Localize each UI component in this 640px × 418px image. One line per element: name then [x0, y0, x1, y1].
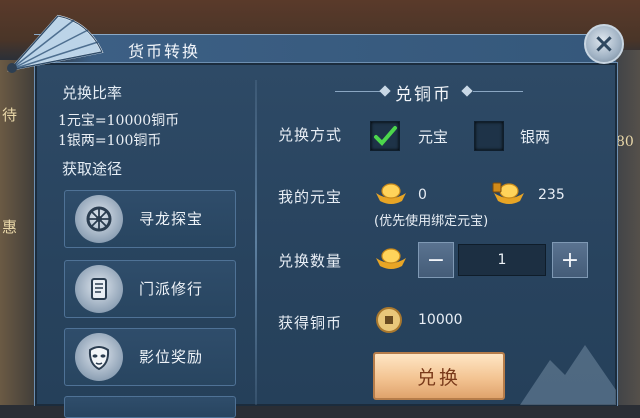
copper-coin-icon	[376, 307, 402, 333]
yuanbao-icon	[376, 183, 406, 204]
rate-header: 兑换比率	[62, 84, 123, 102]
my-yuanbao-value: 0	[418, 187, 427, 203]
background-text: 80	[616, 134, 634, 150]
exchange-button[interactable]: 兑换	[373, 352, 505, 400]
gain-label: 获得铜币	[278, 314, 343, 332]
quantity-input[interactable]: 1	[458, 244, 546, 276]
mountain-decoration	[520, 345, 616, 405]
window-title: 货币转换	[128, 42, 201, 61]
bound-yuanbao-icon	[492, 182, 524, 204]
method-label: 兑换方式	[278, 126, 343, 144]
title-decoration-right	[473, 91, 523, 92]
yinliang-checkbox[interactable]	[474, 121, 504, 151]
route-header: 获取途径	[62, 160, 123, 178]
fan-icon	[7, 14, 104, 73]
bound-note: (优先使用绑定元宝)	[374, 214, 489, 229]
yuanbao-checkbox[interactable]	[370, 121, 400, 151]
rate-yinliang: 1银两=100铜币	[58, 133, 162, 149]
increase-button[interactable]: +	[552, 242, 588, 278]
column-divider	[255, 80, 257, 405]
gain-value: 10000	[418, 312, 463, 328]
mask-icon	[75, 333, 123, 381]
qty-label: 兑换数量	[278, 252, 343, 270]
route-label: 寻龙探宝	[139, 210, 204, 228]
cart-wheel-icon	[75, 195, 123, 243]
route-label: 影位奖励	[139, 348, 204, 366]
route-label: 门派修行	[139, 280, 204, 298]
decrease-button[interactable]: −	[418, 242, 454, 278]
route-item-menpai[interactable]: 门派修行	[64, 260, 236, 318]
scroll-icon	[75, 265, 123, 313]
my-yuanbao-label: 我的元宝	[278, 188, 343, 206]
title-decoration-left	[335, 91, 383, 92]
title-bar	[34, 34, 616, 65]
rate-yuanbao: 1元宝=10000铜币	[58, 113, 180, 129]
route-item-xunlong[interactable]: 寻龙探宝	[64, 190, 236, 248]
option-yuanbao-label: 元宝	[418, 128, 449, 146]
bound-yuanbao-value: 235	[538, 187, 565, 203]
check-icon	[374, 126, 397, 146]
route-item-partial[interactable]	[64, 396, 236, 418]
route-item-yingwei[interactable]: 影位奖励	[64, 328, 236, 386]
section-title: 兑铜币	[395, 85, 452, 105]
background-text: 惠	[2, 218, 18, 236]
yuanbao-icon	[376, 248, 406, 269]
close-button[interactable]: ×	[584, 24, 624, 64]
background-text: 待	[2, 106, 18, 124]
option-yinliang-label: 银两	[520, 128, 551, 146]
